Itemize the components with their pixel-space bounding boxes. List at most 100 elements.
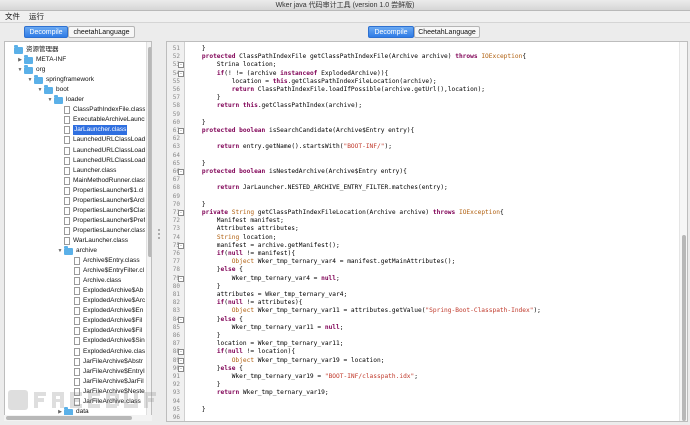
code-line: Strina location;	[187, 61, 277, 69]
code-line: protected ClassPathIndexFile getClassPat…	[187, 53, 526, 61]
code-token-kw: protected	[201, 168, 236, 175]
left-tab-bar: Decompile cheetahLanguage	[24, 26, 144, 38]
tree-item-label: JarFileArchive$EntryI	[83, 367, 145, 375]
scroll-thumb[interactable]	[682, 235, 686, 421]
line-number: 91	[172, 373, 180, 380]
tree-item-label: ClassPathIndexFile.class	[73, 106, 145, 114]
source-code-view[interactable]: } protected ClassPathIndexFile getClassP…	[187, 42, 677, 421]
chevron-down-icon[interactable]: ▼	[27, 75, 33, 85]
code-token-ty: String	[231, 209, 255, 216]
line-number-gutter: 51 52 53-54-55 56 57 58 59 60 61-62 63 64 65 66-67 68…	[167, 42, 185, 421]
tree-item-label: ExplodedArchive$Sin	[83, 337, 145, 345]
chevron-down-icon[interactable]: ▼	[47, 95, 53, 105]
tree-item-label: boot	[56, 86, 69, 94]
tab-decompile-left[interactable]: Decompile	[24, 26, 68, 38]
menu-file[interactable]: 文件	[5, 11, 20, 23]
tree-item-label: ExplodedArchive$Fil	[83, 317, 143, 325]
file-icon	[64, 236, 70, 245]
file-icon	[74, 317, 80, 326]
code-token: Wker_tmp_ternary_var11 = attributes.getV…	[254, 307, 426, 315]
fold-toggle-icon[interactable]: -	[178, 210, 184, 216]
code-token-kw: return	[216, 389, 240, 397]
chevron-down-icon[interactable]: ▼	[17, 65, 23, 75]
line-number: 64	[172, 151, 180, 159]
code-token: );	[384, 143, 392, 151]
divider-grip-dot	[158, 237, 160, 239]
line-number: 59	[172, 110, 180, 118]
file-tree-vertical-scrollbar[interactable]	[146, 42, 151, 415]
file-tree: 资源管理器 ▶ META-INF ▼ org ▼ springframework ▼ boot ▼…	[5, 42, 145, 415]
code-line: }	[187, 45, 206, 53]
chevron-right-icon[interactable]: ▶	[17, 55, 23, 65]
file-icon	[74, 297, 80, 306]
code-line: Wker_tmp_ternary_var4 = null;	[187, 275, 340, 283]
code-token: }	[187, 315, 221, 323]
code-token: getClassPathIndexFileLocation(Archive ar…	[254, 209, 433, 216]
chevron-down-icon[interactable]: ▼	[57, 246, 63, 256]
fold-toggle-icon[interactable]: -	[178, 70, 184, 77]
code-token: entry.getName().startsWith(	[239, 143, 344, 151]
split-pane-divider[interactable]	[155, 41, 163, 422]
menu-bar: 文件 运行	[0, 11, 690, 23]
code-line: private String getClassPathIndexFileLoca…	[187, 209, 504, 217]
tree-item-label: LaunchedURLClassLoade	[73, 136, 145, 144]
fold-toggle-icon[interactable]: -	[178, 242, 184, 249]
chevron-right-icon[interactable]: ▶	[57, 407, 63, 415]
line-number: 51	[172, 45, 180, 52]
code-token-kw: throws	[432, 209, 456, 216]
code-token-kw: protected	[201, 127, 236, 134]
code-vertical-scrollbar[interactable]	[679, 42, 687, 421]
code-token-kw: return	[216, 102, 240, 110]
tree-item-label: ExecutableArchiveLauncl	[73, 116, 145, 124]
code-token: }	[187, 405, 206, 413]
code-token: }	[187, 118, 206, 126]
tree-item-label: PropertiesLauncher.class	[73, 226, 145, 234]
fold-toggle-icon[interactable]: -	[178, 62, 184, 69]
fold-toggle-icon[interactable]: -	[178, 128, 184, 134]
code-token-ty: Object	[231, 258, 255, 266]
fold-toggle-icon[interactable]: -	[178, 275, 184, 282]
fold-toggle-icon[interactable]: -	[178, 169, 184, 175]
code-line: Attributes attributes;	[187, 225, 299, 233]
code-token: .getClassPathIndexFileLocation(archive);	[287, 77, 437, 85]
code-line: protected boolean isNestedArchive(Archiv…	[187, 168, 407, 176]
tree-item-label: PropertiesLauncher$Clas	[73, 206, 145, 214]
file-tree-horizontal-scrollbar[interactable]	[4, 415, 152, 421]
file-icon	[64, 146, 70, 155]
line-number: 78	[172, 266, 180, 274]
code-token-ty: String	[216, 233, 240, 241]
menu-run[interactable]: 运行	[29, 11, 44, 23]
code-line: }	[187, 283, 221, 291]
code-token: .getClassPathIndex(archive);	[257, 102, 363, 110]
line-number: 65	[172, 159, 180, 167]
tab-cheetah-language-left[interactable]: cheetahLanguage	[68, 26, 135, 38]
line-number: 56	[172, 86, 180, 93]
code-token: isSearchCandidate(Archive$Entry entry){	[265, 127, 415, 134]
code-token: {	[235, 364, 243, 372]
code-token-kw: null	[228, 348, 243, 356]
fold-toggle-icon[interactable]: -	[178, 365, 184, 372]
code-token-kw: boolean	[239, 168, 266, 175]
fold-toggle-icon[interactable]: -	[178, 349, 184, 356]
scroll-thumb[interactable]	[6, 416, 132, 420]
file-icon	[64, 126, 70, 135]
tab-decompile-right[interactable]: Decompile	[368, 26, 414, 38]
tab-cheetah-language-right[interactable]: CheetahLanguage	[414, 26, 480, 38]
line-number: 81	[172, 291, 180, 298]
fold-toggle-icon[interactable]: -	[178, 316, 184, 323]
code-token: ;	[339, 323, 344, 331]
code-token-ty: Object	[231, 307, 255, 315]
code-token: }	[187, 364, 221, 372]
chevron-down-icon[interactable]: ▼	[37, 85, 43, 95]
line-number: 77	[172, 258, 180, 266]
fold-toggle-icon[interactable]: -	[178, 357, 184, 364]
tree-item-label: ExplodedArchive.clas	[83, 347, 145, 355]
code-line: Object Wker_tmp_ternary_var19 = location…	[187, 357, 385, 365]
scroll-thumb[interactable]	[148, 47, 151, 257]
